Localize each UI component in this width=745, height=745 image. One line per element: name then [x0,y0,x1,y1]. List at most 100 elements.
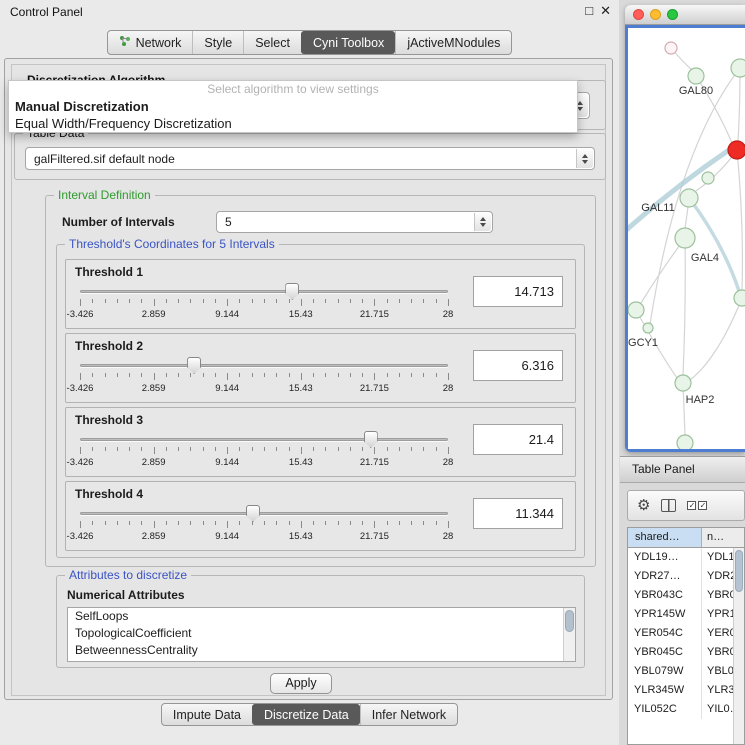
select-columns-icon[interactable]: ✓ ✓ [687,501,707,510]
threshold-value-field[interactable]: 21.4 [473,424,563,455]
slider-thumb[interactable] [285,283,299,300]
network-node[interactable] [677,435,693,449]
network-edge[interactable] [683,238,685,375]
network-node[interactable] [665,42,677,54]
network-node[interactable] [731,59,745,77]
thresholds-group: Threshold's Coordinates for 5 Intervals … [56,244,585,558]
network-edge[interactable] [690,298,742,380]
tab-discretize-data[interactable]: Discretize Data [252,704,360,725]
numerical-attributes-label: Numerical Attributes [67,588,185,602]
dropdown-option-equal-width[interactable]: Equal Width/Frequency Discretization [9,115,577,132]
group-title: Attributes to discretize [65,568,191,582]
tab-impute-data[interactable]: Impute Data [162,704,252,725]
threshold-value-field[interactable]: 6.316 [473,350,563,381]
threshold-slider[interactable]: -3.4262.8599.14415.4321.71528 [80,504,448,548]
tab-cyni-toolbox[interactable]: Cyni Toolbox [301,31,395,54]
table-row[interactable]: YLR345WYLR3… [628,681,733,700]
slider-ticks [80,373,448,381]
checkbox-icon: ✓ [687,501,696,510]
threshold-value-field[interactable]: 11.344 [473,498,563,529]
gear-icon[interactable]: ⚙ [637,498,650,513]
table-row[interactable]: YBL079WYBL0… [628,662,733,681]
zoom-traffic-light-icon[interactable] [667,9,678,20]
network-edge[interactable] [641,238,685,303]
slider-track[interactable] [80,364,448,367]
table-row[interactable]: YPR145WYPR1… [628,605,733,624]
network-node[interactable] [675,375,691,391]
network-edge[interactable] [628,150,729,233]
number-of-intervals-combobox[interactable]: 5 [216,211,493,233]
table-data-combobox[interactable]: galFiltered.sif default node [25,147,595,170]
tab-label: Network [136,36,182,50]
float-window-icon[interactable]: □ [585,3,593,19]
threshold-value-field[interactable]: 14.713 [473,276,563,307]
scrollbar-thumb[interactable] [565,610,574,632]
table-panel-header[interactable]: Table Panel [620,456,745,483]
slider-track[interactable] [80,438,448,441]
table-row[interactable]: YBR045CYBR0… [628,643,733,662]
network-node[interactable] [728,141,745,159]
number-of-intervals-label: Number of Intervals [62,215,175,229]
network-node[interactable] [702,172,714,184]
table-row[interactable]: YDL19…YDL1… [628,548,733,567]
combo-stepper-icon[interactable] [474,213,491,231]
table-scrollbar[interactable] [733,548,744,744]
tab-select[interactable]: Select [243,31,301,54]
apply-button[interactable]: Apply [270,673,332,694]
tab-style[interactable]: Style [192,31,243,54]
table-row[interactable]: YDR27…YDR2… [628,567,733,586]
interval-definition-group: Interval Definition Number of Intervals … [45,195,596,567]
network-window-titlebar[interactable] [625,5,745,25]
table-row[interactable]: YER054CYER0… [628,624,733,643]
node-label: HAP2 [686,394,715,406]
panel-title: Control Panel [10,5,83,19]
slider-track[interactable] [80,290,448,293]
checkbox-icon: ✓ [698,501,707,510]
network-node[interactable] [628,302,644,318]
top-tab-bar: Network Style Select Cyni Toolbox jActiv… [0,30,619,55]
network-edge[interactable] [738,68,740,141]
tab-jactivemnodules[interactable]: jActiveMNodules [395,31,511,54]
dropdown-option-manual[interactable]: Manual Discretization [9,98,577,115]
scrollbar[interactable] [563,608,575,661]
tab-infer-network[interactable]: Infer Network [360,704,457,725]
table-row[interactable]: YIL052CYIL0… [628,700,733,719]
attribute-item[interactable]: SelfLoops [68,608,575,625]
attribute-item[interactable]: BetweennessCentrality [68,642,575,659]
attribute-item[interactable]: TopologicalCoefficient [68,625,575,642]
table-row[interactable]: YBR043CYBR0… [628,586,733,605]
column-header-shared-name[interactable]: shared… [628,528,702,547]
network-node[interactable] [680,189,698,207]
network-edge[interactable] [689,198,739,291]
scrollbar-thumb[interactable] [735,550,743,592]
threshold-slider[interactable]: -3.4262.8599.14415.4321.71528 [80,356,448,400]
network-node[interactable] [734,290,745,306]
threshold-label: Threshold 4 [75,487,143,501]
group-title: Interval Definition [54,188,155,202]
slider-thumb[interactable] [246,505,260,522]
threshold-slider[interactable]: -3.4262.8599.14415.4321.71528 [80,430,448,474]
columns-icon[interactable] [661,499,676,512]
slider-thumb[interactable] [364,431,378,448]
combo-stepper-icon[interactable] [576,149,593,168]
network-edge[interactable] [737,150,742,290]
close-traffic-light-icon[interactable] [633,9,644,20]
threshold-label: Threshold 3 [75,413,143,427]
slider-thumb[interactable] [187,357,201,374]
table-panel-title: Table Panel [632,462,695,476]
network-node[interactable] [675,228,695,248]
column-header-name[interactable]: n… [702,528,744,547]
network-node[interactable] [688,68,704,84]
attributes-list[interactable]: SelfLoopsTopologicalCoefficientBetweenne… [67,607,576,662]
table-header-row: shared… n… [628,528,744,548]
network-node[interactable] [643,323,653,333]
minimize-traffic-light-icon[interactable] [650,9,661,20]
network-canvas[interactable]: GAL80GAL11GAL4GCY1HAP2 [628,28,745,449]
control-panel: Control Panel □ ✕ Network Style Select C… [0,0,619,745]
slider-track[interactable] [80,512,448,515]
close-icon[interactable]: ✕ [600,3,611,19]
node-label: GAL11 [641,202,674,214]
tab-network[interactable]: Network [108,31,193,54]
threshold-slider[interactable]: -3.4262.8599.14415.4321.71528 [80,282,448,326]
slider-tick-labels: -3.4262.8599.14415.4321.71528 [80,531,448,543]
